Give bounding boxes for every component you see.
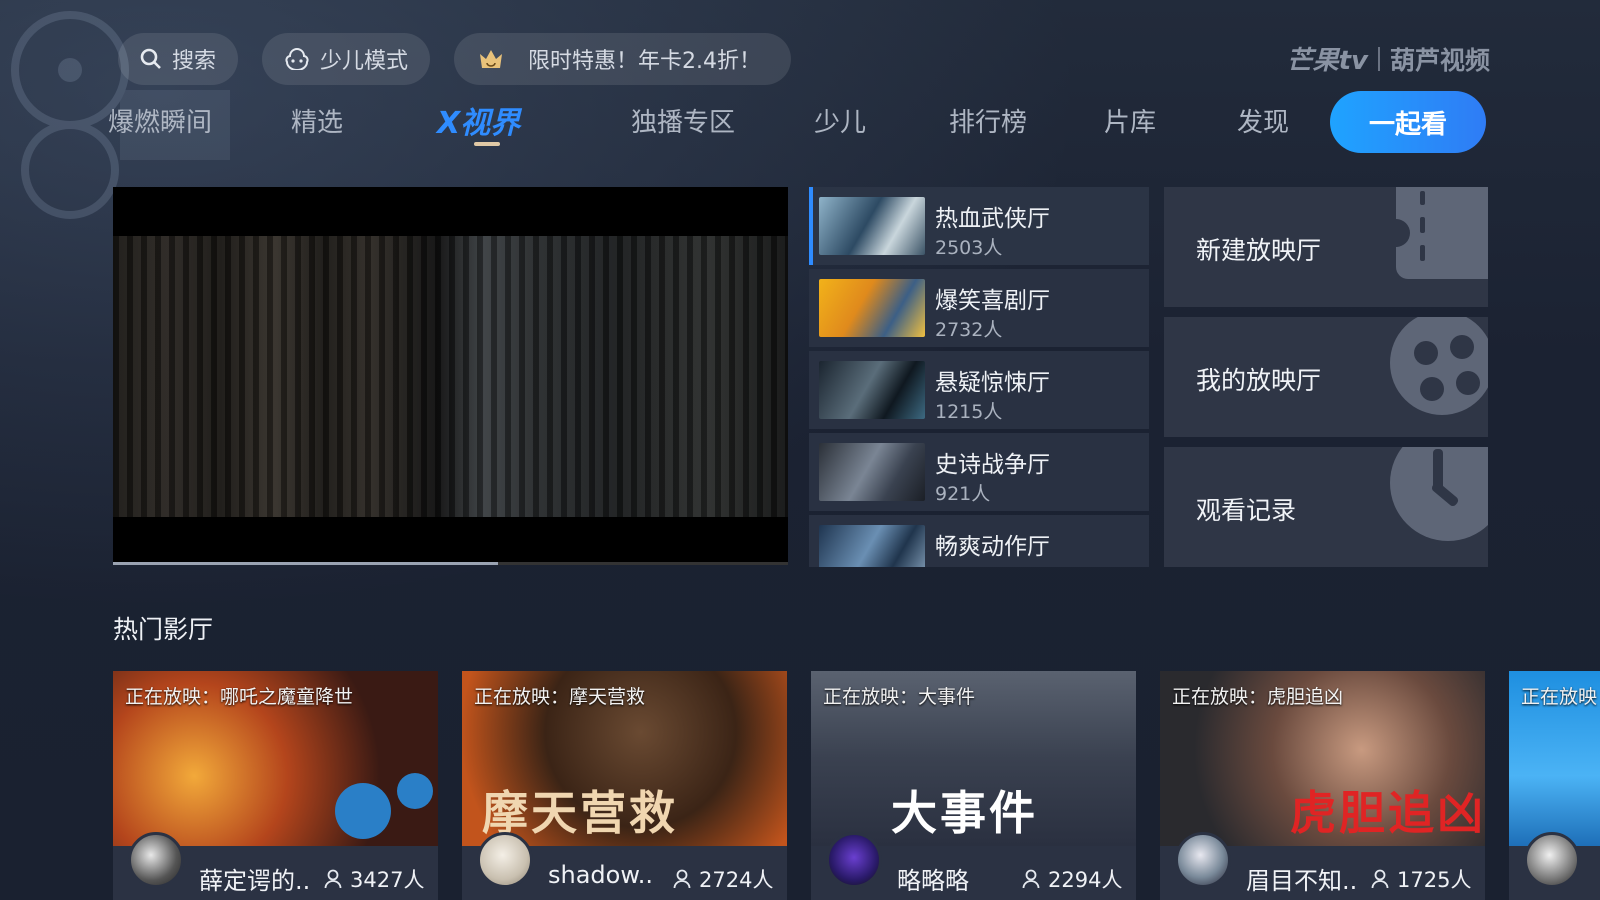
tab-library[interactable]: 片库 xyxy=(1104,102,1156,139)
tab-x-vision[interactable]: X视界 xyxy=(437,98,520,142)
avatar xyxy=(128,832,184,888)
hall-count: 1215人 xyxy=(935,401,1003,423)
my-hall-label: 我的放映厅 xyxy=(1196,366,1322,395)
hall-name: 史诗战争厅 xyxy=(935,452,1050,478)
tab-rankings[interactable]: 排行榜 xyxy=(949,102,1027,139)
hall-name: 畅爽动作厅 xyxy=(935,534,1050,560)
brand-separator xyxy=(1377,46,1380,71)
hall-list: 热血武侠厅 2503人 爆笑喜剧厅 2732人 悬疑惊悚厅 1215人 史诗战争… xyxy=(809,187,1149,567)
tab-exclusive[interactable]: 独播专区 xyxy=(631,102,735,139)
mango-tv-logo: 芒果tv xyxy=(1286,46,1368,76)
now-playing-label: 正在放映 xyxy=(1521,686,1598,708)
host-name: 眉目不知.. xyxy=(1246,867,1358,895)
crown-icon xyxy=(478,48,504,70)
watch-history-card[interactable]: 观看记录 xyxy=(1164,447,1488,567)
viewer-count-value: 2294人 xyxy=(1048,868,1123,892)
now-playing-label: 正在放映：虎胆追凶 xyxy=(1172,686,1344,708)
room-card[interactable]: 正在放映 xyxy=(1509,671,1600,900)
person-icon xyxy=(1022,869,1040,889)
hall-thumbnail xyxy=(819,525,925,567)
poster-art xyxy=(335,773,433,839)
hall-thumbnail xyxy=(819,279,925,337)
hall-count: 2732人 xyxy=(935,319,1003,341)
watch-together-button[interactable]: 一起看 xyxy=(1330,91,1486,153)
now-playing-label: 正在放映：大事件 xyxy=(823,686,976,708)
hall-item[interactable]: 爆笑喜剧厅 2732人 xyxy=(809,269,1149,347)
now-playing-label: 正在放映：哪吒之魔童降世 xyxy=(125,686,354,708)
viewer-count: 3427人 xyxy=(324,864,424,894)
avatar xyxy=(477,832,533,888)
film-reel-icon xyxy=(1390,317,1488,415)
section-title: 热门影厅 xyxy=(113,615,214,644)
poster-title-art: 虎胆追凶 xyxy=(1290,786,1485,840)
clock-icon xyxy=(1390,447,1488,541)
hall-name: 悬疑惊悚厅 xyxy=(935,370,1050,396)
new-hall-label: 新建放映厅 xyxy=(1196,236,1322,265)
viewer-count-value: 1725人 xyxy=(1397,868,1472,892)
top-bar: 搜索 少儿模式 限时特惠！年卡2.4折！ xyxy=(118,33,792,85)
room-card[interactable]: 正在放映：摩天营救 摩天营救 shadow.. 2724人 xyxy=(462,671,787,900)
avatar xyxy=(826,832,882,888)
selected-indicator xyxy=(809,187,813,265)
search-icon xyxy=(140,48,162,70)
playback-progress-fill xyxy=(113,562,498,565)
viewer-count: 2724人 xyxy=(673,864,773,894)
hall-name: 热血武侠厅 xyxy=(935,206,1050,232)
hall-item[interactable]: 畅爽动作厅 xyxy=(809,515,1149,567)
hot-rooms-row: 正在放映：哪吒之魔童降世 薛定谔的.. 3427人 正在放映：摩天营救 摩天营救… xyxy=(113,671,1600,900)
video-frame xyxy=(113,236,788,517)
host-name: 薛定谔的.. xyxy=(199,867,311,895)
poster-title-art: 大事件 xyxy=(891,786,1038,840)
kids-face-icon xyxy=(284,48,310,70)
avatar xyxy=(1524,832,1580,888)
person-icon xyxy=(324,869,342,889)
hall-item[interactable]: 史诗战争厅 921人 xyxy=(809,433,1149,511)
viewer-count-value: 3427人 xyxy=(350,868,425,892)
avatar xyxy=(1175,832,1231,888)
my-hall-card[interactable]: 我的放映厅 xyxy=(1164,317,1488,437)
hall-item[interactable]: 悬疑惊悚厅 1215人 xyxy=(809,351,1149,429)
person-icon xyxy=(1371,869,1389,889)
search-label: 搜索 xyxy=(172,49,217,74)
brand-logo: 芒果tv 葫芦视频 xyxy=(1287,40,1490,77)
tab-featured[interactable]: 精选 xyxy=(291,102,343,139)
room-card[interactable]: 正在放映：哪吒之魔童降世 薛定谔的.. 3427人 xyxy=(113,671,438,900)
promo-label: 限时特惠！年卡2.4折！ xyxy=(528,49,762,74)
hall-name: 爆笑喜剧厅 xyxy=(935,288,1050,314)
new-hall-card[interactable]: 新建放映厅 xyxy=(1164,187,1488,307)
host-name: shadow.. xyxy=(548,861,654,889)
host-name: 略略略 xyxy=(897,867,969,895)
hall-thumbnail xyxy=(819,197,925,255)
hulu-video-logo: 葫芦视频 xyxy=(1389,45,1490,75)
search-button[interactable]: 搜索 xyxy=(118,33,239,85)
playback-progress-bar xyxy=(113,562,788,565)
hall-item[interactable]: 热血武侠厅 2503人 xyxy=(809,187,1149,265)
tab-discover[interactable]: 发现 xyxy=(1237,102,1289,139)
active-tab-indicator xyxy=(474,142,500,146)
hall-thumbnail xyxy=(819,361,925,419)
room-card[interactable]: 正在放映：虎胆追凶 虎胆追凶 眉目不知.. 1725人 xyxy=(1160,671,1485,900)
ticket-icon xyxy=(1396,187,1488,279)
room-card[interactable]: 正在放映：大事件 大事件 略略略 2294人 xyxy=(811,671,1136,900)
viewer-count: 2294人 xyxy=(1022,864,1122,894)
hall-count: 2503人 xyxy=(935,237,1003,259)
video-player[interactable] xyxy=(113,187,788,565)
hall-thumbnail xyxy=(819,443,925,501)
tab-kids[interactable]: 少儿 xyxy=(814,102,866,139)
promo-button[interactable]: 限时特惠！年卡2.4折！ xyxy=(454,33,792,85)
viewer-count-value: 2724人 xyxy=(699,868,774,892)
kids-mode-button[interactable]: 少儿模式 xyxy=(262,33,431,85)
tab-highlights[interactable]: 爆燃瞬间 xyxy=(108,102,212,139)
kids-mode-label: 少儿模式 xyxy=(320,49,409,74)
watch-history-label: 观看记录 xyxy=(1196,496,1297,525)
viewer-count: 1725人 xyxy=(1371,864,1471,894)
hall-count: 921人 xyxy=(935,483,991,505)
person-icon xyxy=(673,869,691,889)
now-playing-label: 正在放映：摩天营救 xyxy=(474,686,646,708)
